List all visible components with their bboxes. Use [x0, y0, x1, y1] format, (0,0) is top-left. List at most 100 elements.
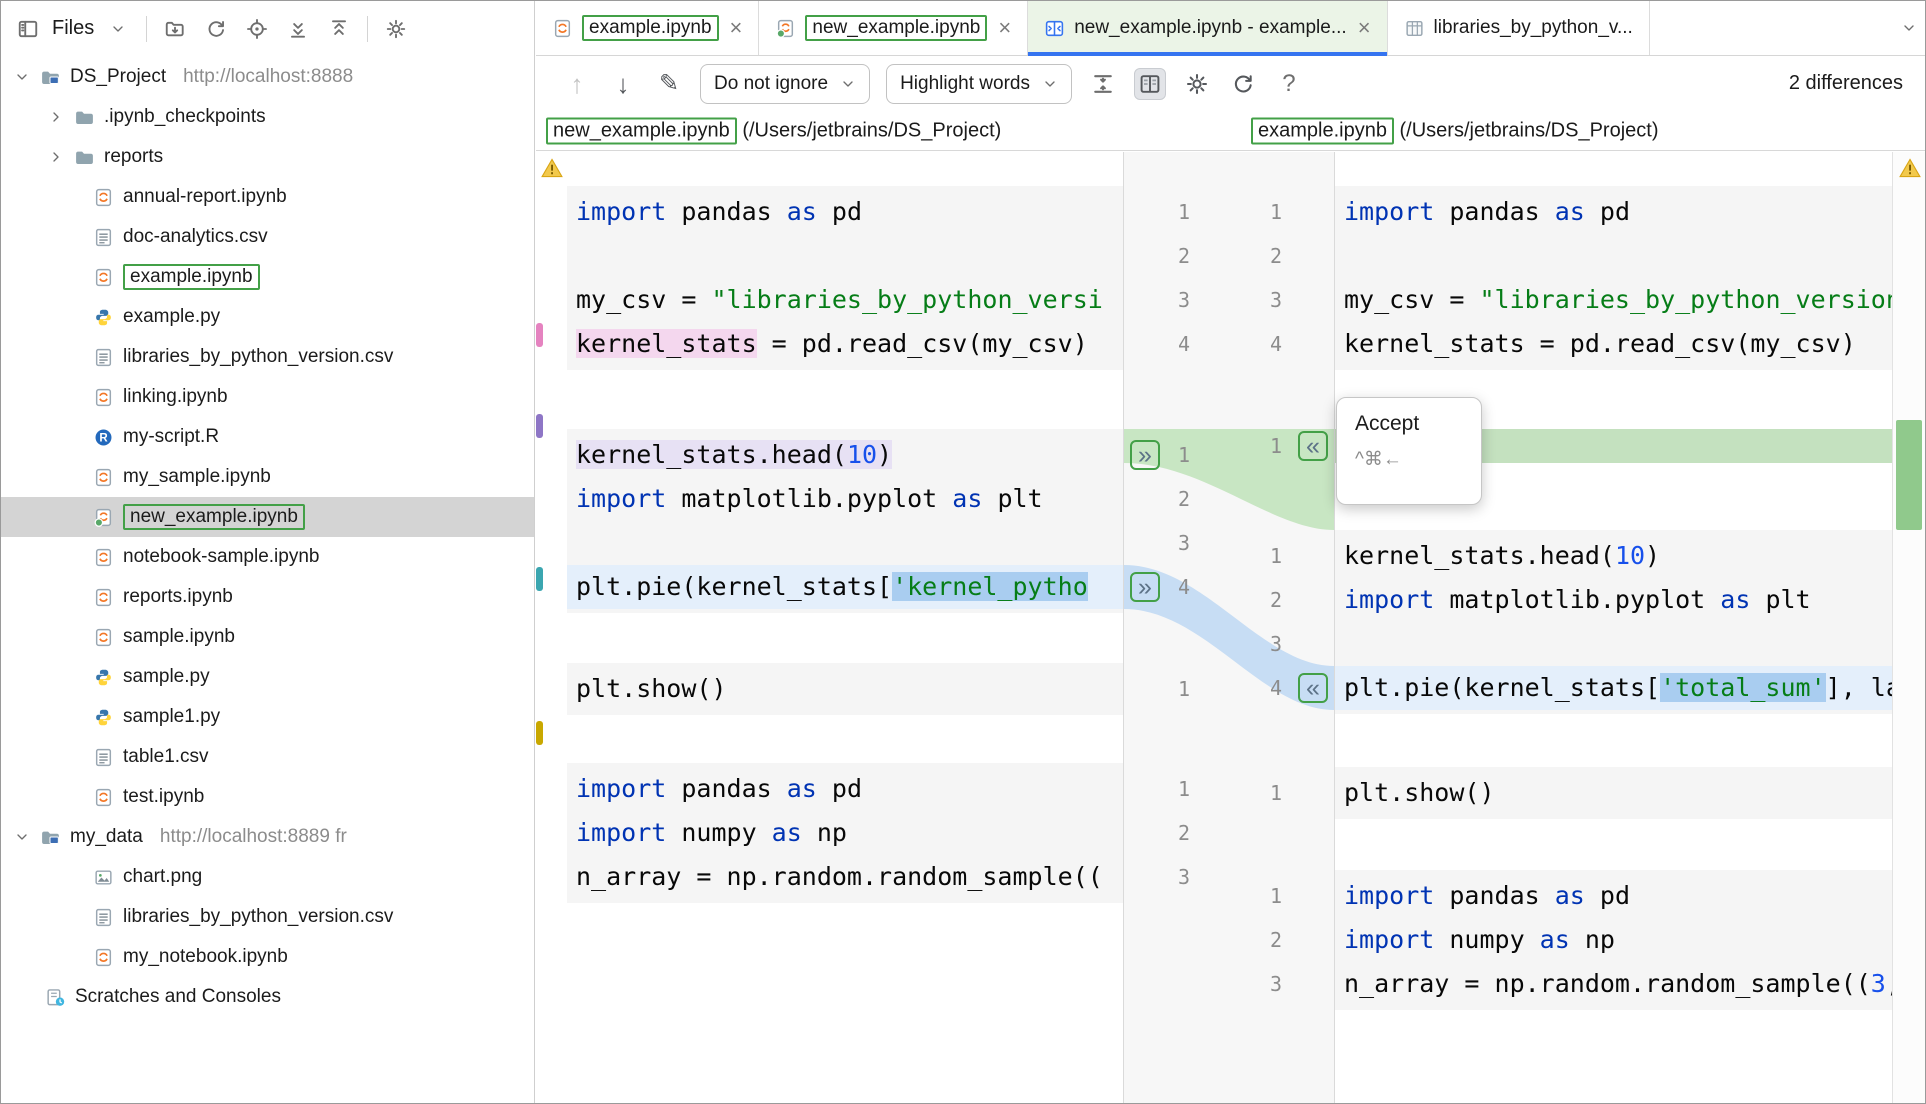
chevron-down-icon[interactable]: [13, 828, 31, 846]
warning-icon: [1899, 158, 1921, 178]
code-line: n_array = np.random.random_sample((: [567, 855, 1123, 899]
notebook-cell[interactable]: plt.show(): [1335, 767, 1892, 819]
right-scrollbar[interactable]: [1892, 152, 1925, 1103]
chevron-down-icon[interactable]: [105, 16, 131, 42]
tree-item-libraries-by-python-version-csv[interactable]: libraries_by_python_version.csv: [1, 337, 534, 377]
tree-item-test-ipynb[interactable]: test.ipynb: [1, 777, 534, 817]
tree-item-my-notebook-ipynb[interactable]: my_notebook.ipynb: [1, 937, 534, 977]
tree-item-label: annual-report.ipynb: [123, 186, 287, 208]
tree-item-doc-analytics-csv[interactable]: doc-analytics.csv: [1, 217, 534, 257]
tree-item-example-py[interactable]: example.py: [1, 297, 534, 337]
hidden-tabs-chevron-icon[interactable]: [1895, 1, 1917, 55]
code-line: plt.pie(kernel_stats['kernel_pytho: [567, 565, 1123, 609]
diff-gutter: 1234123411231234112341123»»««: [1123, 152, 1335, 1103]
tree-item-label: my-script.R: [123, 426, 219, 448]
scratches-icon: [45, 987, 66, 1008]
ignore-policy-combo[interactable]: Do not ignore: [700, 64, 870, 104]
highlight-policy-combo-value: Highlight words: [900, 73, 1030, 95]
apply-change-right-button[interactable]: »: [1130, 440, 1160, 470]
code-line: kernel_stats = pd.read_csv(my_csv): [1335, 322, 1892, 366]
left-file-header: new_example.ipynb (/Users/jetbrains/DS_P…: [546, 117, 1001, 144]
tree-item-ds-project[interactable]: DS_Projecthttp://localhost:8888: [1, 57, 534, 97]
toolbar-divider: [367, 16, 368, 42]
diff-settings-icon[interactable]: [1182, 68, 1212, 100]
chevron-down-icon[interactable]: [13, 68, 31, 86]
tree-item-linking-ipynb[interactable]: linking.ipynb: [1, 377, 534, 417]
tree-item-libraries-by-python-version-csv[interactable]: libraries_by_python_version.csv: [1, 897, 534, 937]
edit-icon[interactable]: ✎: [654, 68, 684, 100]
notebook-cell[interactable]: kernel_stats.head(10)import matplotlib.p…: [1335, 530, 1892, 714]
previous-difference-icon[interactable]: ↑: [562, 68, 592, 100]
code-token: as: [1540, 925, 1570, 954]
move-to-folder-icon[interactable]: [162, 16, 188, 42]
code-line: kernel_stats = pd.read_csv(my_csv): [567, 322, 1123, 366]
refresh-icon[interactable]: [203, 16, 229, 42]
next-difference-icon[interactable]: ↓: [608, 68, 638, 100]
accept-tooltip[interactable]: Accept ^⌘←: [1336, 397, 1482, 505]
tree-item-notebook-sample-ipynb[interactable]: notebook-sample.ipynb: [1, 537, 534, 577]
help-icon[interactable]: ?: [1274, 68, 1304, 100]
code-line: kernel_stats.head(10): [567, 433, 1123, 477]
notebook-cell[interactable]: import pandas as pdimport numpy as npn_a…: [567, 763, 1123, 903]
notebook-icon: [93, 627, 114, 648]
apply-change-left-button[interactable]: «: [1298, 673, 1328, 703]
collapse-all-icon[interactable]: [326, 16, 352, 42]
table-file-icon: [1404, 18, 1425, 39]
tree-item-reports-ipynb[interactable]: reports.ipynb: [1, 577, 534, 617]
diff-change-scroll-marker: [1896, 420, 1922, 530]
tree-item-ipynb-checkpoints[interactable]: .ipynb_checkpoints: [1, 97, 534, 137]
svg-text:R: R: [99, 432, 108, 444]
tree-item-my-sample-ipynb[interactable]: my_sample.ipynb: [1, 457, 534, 497]
notebook-cell[interactable]: plt.show(): [567, 663, 1123, 715]
editor-tab-new-example-ipynb-example[interactable]: new_example.ipynb - example...×: [1028, 1, 1387, 55]
tree-item-table1-csv[interactable]: table1.csv: [1, 737, 534, 777]
collapse-unchanged-icon[interactable]: [1088, 68, 1118, 100]
notebook-cell[interactable]: import pandas as pdimport numpy as npn_a…: [1335, 870, 1892, 1010]
editor-tab-libraries-by-python-v[interactable]: libraries_by_python_v...: [1388, 1, 1650, 55]
accept-action-label[interactable]: Accept: [1355, 412, 1463, 436]
editor-tab-new-example-ipynb[interactable]: new_example.ipynb×: [759, 1, 1028, 55]
tree-item-new-example-ipynb[interactable]: new_example.ipynb: [1, 497, 534, 537]
code-token: "libraries_by_python_versi: [711, 285, 1102, 314]
tree-item-my-data[interactable]: my_datahttp://localhost:8889 fr: [1, 817, 534, 857]
tool-window-layout-icon[interactable]: [15, 16, 41, 42]
tree-item-reports[interactable]: reports: [1, 137, 534, 177]
tree-item-label: sample.ipynb: [123, 626, 235, 648]
right-line-number: 1: [1124, 190, 1282, 234]
close-tab-icon[interactable]: ×: [1358, 17, 1371, 39]
notebook-cell[interactable]: import pandas as pdmy_csv = "libraries_b…: [567, 186, 1123, 370]
locate-file-icon[interactable]: [244, 16, 270, 42]
tree-item-sample1-py[interactable]: sample1.py: [1, 697, 534, 737]
right-editor-pane[interactable]: import pandas as pdmy_csv = "libraries_b…: [1335, 152, 1892, 1103]
settings-icon[interactable]: [383, 16, 409, 42]
tree-item-sample-py[interactable]: sample.py: [1, 657, 534, 697]
code-token: pandas: [666, 197, 786, 226]
chevron-right-icon[interactable]: [47, 108, 65, 126]
tree-item-annual-report-ipynb[interactable]: annual-report.ipynb: [1, 177, 534, 217]
highlight-policy-combo[interactable]: Highlight words: [886, 64, 1072, 104]
chevron-right-icon[interactable]: [47, 148, 65, 166]
tree-item-sample-ipynb[interactable]: sample.ipynb: [1, 617, 534, 657]
tree-item-label: libraries_by_python_version.csv: [123, 906, 393, 928]
code-token: ): [1645, 541, 1660, 570]
tree-item-chart-png[interactable]: chart.png: [1, 857, 534, 897]
apply-change-right-button[interactable]: »: [1130, 572, 1160, 602]
notebook-cell[interactable]: kernel_stats.head(10)import matplotlib.p…: [567, 429, 1123, 613]
tree-item-label: .ipynb_checkpoints: [104, 106, 266, 128]
close-tab-icon[interactable]: ×: [998, 17, 1011, 39]
expand-all-icon[interactable]: [285, 16, 311, 42]
left-editor-pane[interactable]: import pandas as pdmy_csv = "libraries_b…: [536, 152, 1123, 1103]
refresh-diff-icon[interactable]: [1228, 68, 1258, 100]
tree-item-example-ipynb[interactable]: example.ipynb: [1, 257, 534, 297]
editor-tab-example-ipynb[interactable]: example.ipynb×: [536, 1, 759, 55]
sync-scrolling-icon[interactable]: [1134, 68, 1166, 100]
notebook-icon: [93, 947, 114, 968]
close-tab-icon[interactable]: ×: [730, 17, 743, 39]
tree-item-my-script-r[interactable]: Rmy-script.R: [1, 417, 534, 457]
file-tree: DS_Projecthttp://localhost:8888 .ipynb_ch…: [1, 57, 534, 1103]
apply-change-left-button[interactable]: «: [1298, 431, 1328, 461]
notebook-cell[interactable]: import pandas as pdmy_csv = "libraries_b…: [1335, 186, 1892, 370]
code-line: n_array = np.random.random_sample((3,: [1335, 962, 1892, 1006]
code-token: kernel_stats.head(: [1344, 541, 1615, 570]
tree-item-scratches-and-consoles[interactable]: Scratches and Consoles: [1, 977, 534, 1017]
